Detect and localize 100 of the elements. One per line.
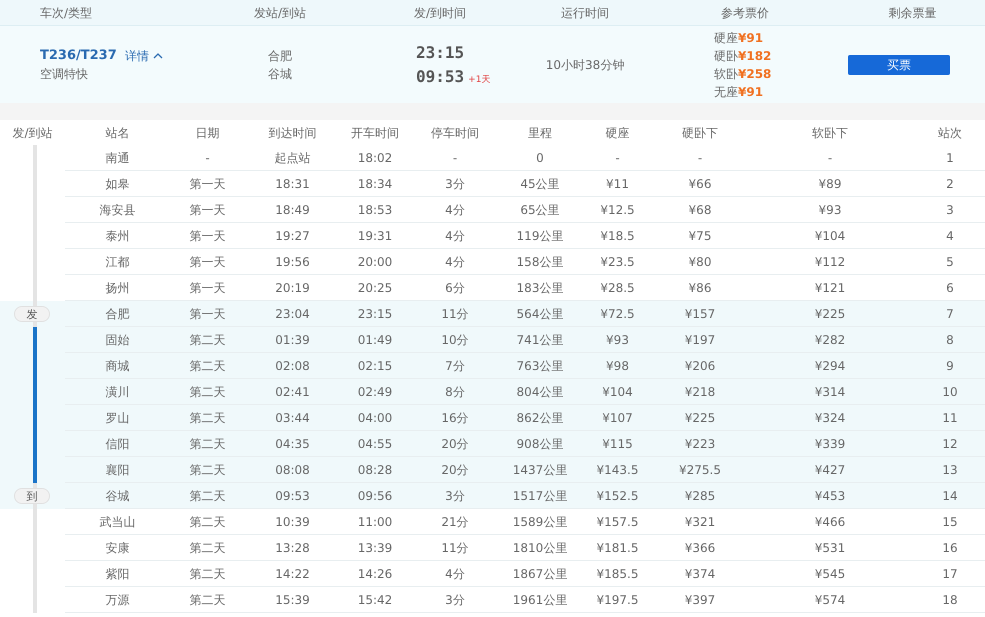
table-cell: 17 bbox=[915, 561, 985, 587]
table-cell: 119公里 bbox=[500, 223, 580, 249]
table-cell: ¥75 bbox=[655, 223, 745, 249]
table-cell: 第一天 bbox=[170, 171, 245, 197]
table-cell: ¥374 bbox=[655, 561, 745, 587]
table-cell: 18:34 bbox=[340, 171, 410, 197]
table-cell: 第二天 bbox=[170, 509, 245, 535]
table-cell: - bbox=[580, 145, 655, 171]
table-cell: ¥397 bbox=[655, 587, 745, 613]
duration: 10小时38分钟 bbox=[546, 58, 624, 72]
column-header: 参考票价 bbox=[720, 4, 770, 22]
table-cell: 3分 bbox=[410, 587, 500, 613]
column-header: 硬卧下 bbox=[681, 124, 719, 142]
table-cell: ¥321 bbox=[655, 509, 745, 535]
table-cell: ¥104 bbox=[745, 223, 915, 249]
table-cell: 万源 bbox=[65, 587, 170, 613]
table-cell: 1961公里 bbox=[500, 587, 580, 613]
day-offset: +1天 bbox=[468, 74, 490, 86]
table-cell: ¥68 bbox=[655, 197, 745, 223]
table-cell: 20:00 bbox=[340, 249, 410, 275]
table-cell: ¥574 bbox=[745, 587, 915, 613]
table-cell: 11:00 bbox=[340, 509, 410, 535]
column-header: 运行时间 bbox=[560, 4, 610, 22]
column-header: 里程 bbox=[527, 124, 553, 142]
table-cell: 18:02 bbox=[340, 145, 410, 171]
table-cell: ¥11 bbox=[580, 171, 655, 197]
table-cell: 第一天 bbox=[170, 197, 245, 223]
table-cell: 45公里 bbox=[500, 171, 580, 197]
table-cell: 第一天 bbox=[170, 223, 245, 249]
table-cell: 21分 bbox=[410, 509, 500, 535]
table-cell: 19:27 bbox=[245, 223, 340, 249]
table-cell: 10:39 bbox=[245, 509, 340, 535]
table-cell: ¥545 bbox=[745, 561, 915, 587]
table-cell: 158公里 bbox=[500, 249, 580, 275]
price: ¥182 bbox=[738, 48, 772, 64]
table-cell: 19:31 bbox=[340, 223, 410, 249]
stop-marker: 到 bbox=[14, 488, 50, 504]
table-cell: 安康 bbox=[65, 535, 170, 561]
table-cell: 14:26 bbox=[340, 561, 410, 587]
price: ¥91 bbox=[738, 30, 764, 46]
buy-button[interactable]: 买票 bbox=[848, 54, 950, 74]
table-cell: 14:22 bbox=[245, 561, 340, 587]
table-cell: 3分 bbox=[410, 171, 500, 197]
table-cell: 紫阳 bbox=[65, 561, 170, 587]
column-header: 剩余票量 bbox=[888, 4, 938, 22]
table-cell: 4 bbox=[915, 223, 985, 249]
table-cell: 谷城 bbox=[65, 483, 170, 509]
stop-marker: 发 bbox=[14, 306, 50, 322]
column-header: 发/到时间 bbox=[412, 4, 468, 22]
table-cell: - bbox=[410, 145, 500, 171]
table-cell: 4分 bbox=[410, 249, 500, 275]
table-cell: 3 bbox=[915, 197, 985, 223]
table-cell: ¥466 bbox=[745, 509, 915, 535]
table-cell: 泰州 bbox=[65, 223, 170, 249]
table-cell: 13:28 bbox=[245, 535, 340, 561]
table-cell: ¥12.5 bbox=[580, 197, 655, 223]
column-header: 硬座 bbox=[604, 124, 630, 142]
column-header: 站次 bbox=[937, 124, 963, 142]
table-cell: 1 bbox=[915, 145, 985, 171]
table-cell: 海安县 bbox=[65, 197, 170, 223]
train-type: 空调特快 bbox=[40, 66, 89, 84]
table-cell: - bbox=[170, 145, 245, 171]
table-cell: - bbox=[745, 145, 915, 171]
table-cell: 2 bbox=[915, 171, 985, 197]
table-cell: ¥197.5 bbox=[580, 587, 655, 613]
table-cell: 18:31 bbox=[245, 171, 340, 197]
table-cell: 第二天 bbox=[170, 535, 245, 561]
price: ¥91 bbox=[738, 84, 764, 100]
table-cell: 14 bbox=[915, 483, 985, 509]
details-link[interactable]: 详情 bbox=[124, 46, 163, 64]
table-cell: ¥89 bbox=[745, 171, 915, 197]
table-cell: ¥18.5 bbox=[580, 223, 655, 249]
train-number: T236/T237 bbox=[40, 46, 117, 65]
table-cell: 0 bbox=[500, 145, 580, 171]
column-header: 到达时间 bbox=[268, 124, 318, 142]
table-cell: 19:56 bbox=[245, 249, 340, 275]
table-cell: ¥80 bbox=[655, 249, 745, 275]
table-cell: 09:56 bbox=[340, 483, 410, 509]
table-cell: 如皋 bbox=[65, 171, 170, 197]
column-header: 停车时间 bbox=[430, 124, 480, 142]
table-cell: 第一天 bbox=[170, 249, 245, 275]
table-cell: 1810公里 bbox=[500, 535, 580, 561]
column-header: 日期 bbox=[194, 124, 220, 142]
seat-label: 软卧 bbox=[714, 66, 738, 82]
caret-icon bbox=[152, 52, 163, 58]
column-header: 软卧下 bbox=[811, 124, 849, 142]
seat-label: 硬卧 bbox=[714, 48, 738, 64]
table-cell: 15 bbox=[915, 509, 985, 535]
table-cell: 15:39 bbox=[245, 587, 340, 613]
station-name: 谷城 bbox=[267, 66, 293, 82]
table-cell: 第二天 bbox=[170, 561, 245, 587]
table-cell: 18:49 bbox=[245, 197, 340, 223]
seat-label: 硬座 bbox=[714, 30, 738, 46]
seat-label: 无座 bbox=[714, 84, 738, 100]
table-cell: 4分 bbox=[410, 197, 500, 223]
column-header: 站名 bbox=[104, 124, 130, 142]
table-cell: 1867公里 bbox=[500, 561, 580, 587]
table-cell: ¥531 bbox=[745, 535, 915, 561]
table-cell: 1517公里 bbox=[500, 483, 580, 509]
table-cell: - bbox=[655, 145, 745, 171]
